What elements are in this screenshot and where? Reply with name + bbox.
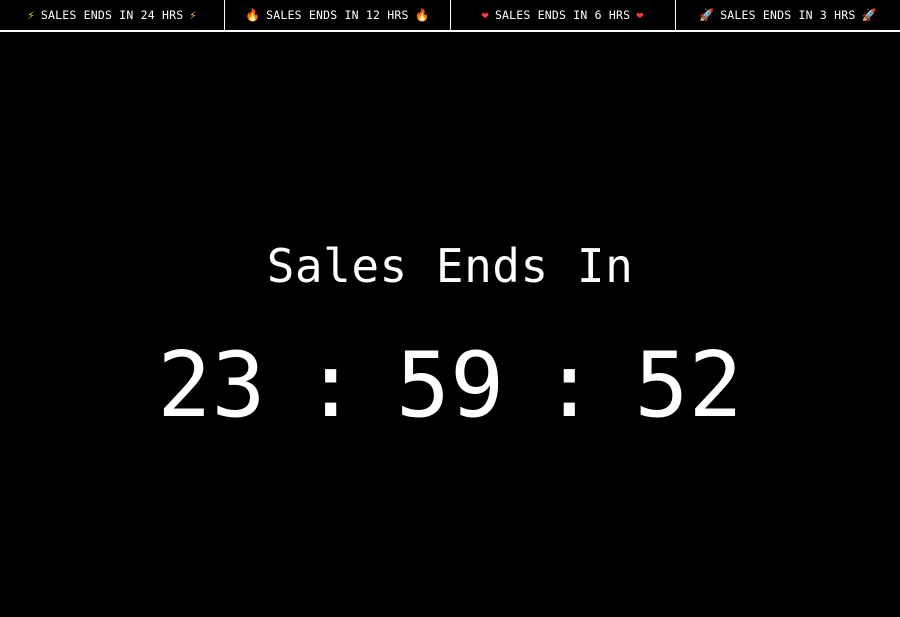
countdown-tab-bar: ⚡ SALES ENDS IN 24 HRS ⚡ 🔥 SALES ENDS IN… [0, 0, 900, 32]
rocket-icon: 🚀 [699, 8, 715, 22]
tab-label: SALES ENDS IN 6 HRS [494, 8, 631, 22]
timer-separator: : [542, 333, 597, 438]
tab-3-hrs[interactable]: 🚀 SALES ENDS IN 3 HRS 🚀 [676, 0, 900, 30]
tab-label: SALES ENDS IN 12 HRS [266, 8, 409, 22]
rocket-icon: 🚀 [861, 8, 877, 22]
fire-icon: 🔥 [244, 8, 261, 22]
tab-6-hrs[interactable]: ❤ SALES ENDS IN 6 HRS ❤ [451, 0, 676, 30]
heart-on-fire-icon: ❤ [481, 8, 489, 22]
heart-on-fire-icon: ❤ [636, 8, 644, 22]
tab-label: SALES ENDS IN 24 HRS [40, 8, 184, 22]
timer-minutes: 59 [395, 333, 505, 438]
lightning-icon: ⚡ [189, 8, 197, 22]
timer-separator: : [303, 333, 358, 438]
lightning-icon: ⚡ [27, 8, 35, 22]
timer-hours: 23 [157, 333, 266, 438]
fire-icon: 🔥 [414, 8, 430, 22]
tab-12-hrs[interactable]: 🔥 SALES ENDS IN 12 HRS 🔥 [225, 0, 451, 30]
tab-24-hrs[interactable]: ⚡ SALES ENDS IN 24 HRS ⚡ [0, 0, 226, 30]
page-title: Sales Ends In [266, 239, 634, 293]
tab-label: SALES ENDS IN 3 HRS [720, 8, 856, 22]
countdown-timer: 23 : 59 : 52 [0, 336, 900, 436]
timer-seconds: 52 [634, 333, 743, 438]
